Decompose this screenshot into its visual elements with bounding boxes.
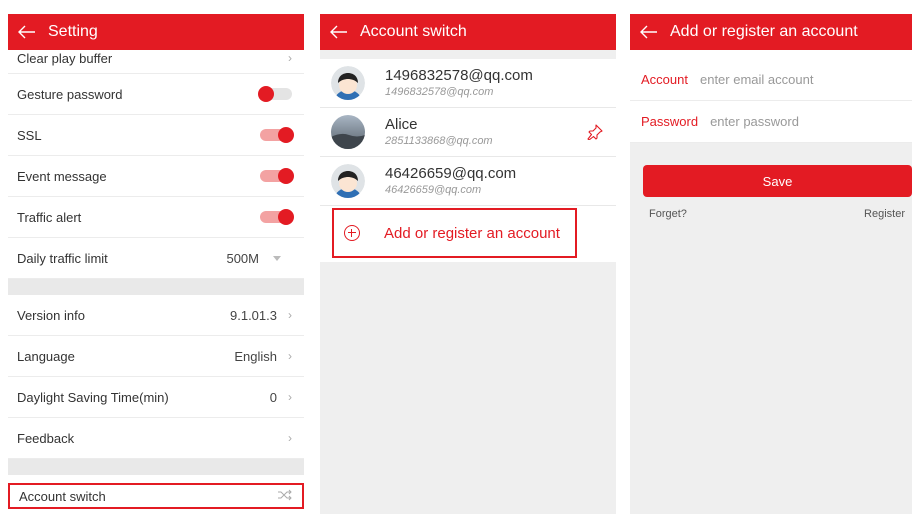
version-info-value: 9.1.01.3 xyxy=(230,307,277,323)
section-divider xyxy=(8,459,304,475)
page-title: Account switch xyxy=(360,23,467,40)
chevron-right-icon: › xyxy=(288,390,292,404)
account-email: 1496832578@qq.com xyxy=(385,86,494,98)
account-name: 1496832578@qq.com xyxy=(385,67,533,84)
back-arrow-icon[interactable] xyxy=(639,22,659,42)
cartoon-face-avatar-icon xyxy=(331,66,365,100)
traffic-alert-row: Traffic alert xyxy=(8,197,304,238)
daylight-saving-row[interactable]: Daylight Saving Time(min) 0 › xyxy=(8,377,304,418)
account-email: 2851133868@qq.com xyxy=(385,135,493,147)
register-link[interactable]: Register xyxy=(864,208,905,220)
account-switch-screen: Account switch 1496832578@qq.com 1496832… xyxy=(320,14,616,514)
language-label: Language xyxy=(17,348,75,364)
settings-header: Setting xyxy=(8,14,304,50)
event-message-toggle[interactable] xyxy=(258,168,294,184)
account-field-row: Account xyxy=(630,59,912,101)
password-input[interactable] xyxy=(710,114,881,129)
account-input[interactable] xyxy=(699,72,870,87)
account-item[interactable]: 46426659@qq.com 46426659@qq.com xyxy=(320,157,616,206)
section-divider xyxy=(8,279,304,295)
account-switch-row[interactable]: Account switch xyxy=(8,483,304,509)
back-arrow-icon[interactable] xyxy=(329,22,349,42)
account-email: 46426659@qq.com xyxy=(385,184,482,196)
account-item[interactable]: Alice 2851133868@qq.com xyxy=(320,108,616,157)
landscape-photo-avatar-icon xyxy=(331,115,365,149)
daily-traffic-limit-label: Daily traffic limit xyxy=(17,250,108,266)
version-info-label: Version info xyxy=(17,307,85,323)
ssl-label: SSL xyxy=(17,127,42,143)
feedback-row[interactable]: Feedback › xyxy=(8,418,304,459)
ssl-toggle[interactable] xyxy=(258,127,294,143)
traffic-alert-label: Traffic alert xyxy=(17,209,82,225)
chevron-right-icon: › xyxy=(288,51,292,65)
page-title: Add or register an account xyxy=(670,23,858,40)
gesture-password-row: Gesture password xyxy=(8,74,304,115)
feedback-label: Feedback xyxy=(17,430,75,446)
account-name: Alice xyxy=(385,116,418,133)
gesture-password-toggle[interactable] xyxy=(258,86,294,102)
clear-play-buffer-row[interactable]: Clear play buffer › xyxy=(8,50,304,74)
account-item[interactable]: 1496832578@qq.com 1496832578@qq.com xyxy=(320,59,616,108)
shuffle-icon xyxy=(277,489,293,504)
chevron-right-icon: › xyxy=(288,431,292,445)
account-switch-label: Account switch xyxy=(19,488,106,504)
add-account-label: Add or register an account xyxy=(384,224,560,242)
ssl-row: SSL xyxy=(8,115,304,156)
dropdown-caret-icon xyxy=(273,255,281,261)
account-switch-header: Account switch xyxy=(320,14,616,50)
page-title: Setting xyxy=(48,23,98,40)
daily-traffic-limit-value: 500M xyxy=(226,250,259,266)
settings-screen: Setting Clear play buffer › Gesture pass… xyxy=(8,14,304,514)
password-field-row: Password xyxy=(630,101,912,143)
gesture-password-label: Gesture password xyxy=(17,86,123,102)
daylight-saving-label: Daylight Saving Time(min) xyxy=(17,389,169,405)
account-label: Account xyxy=(641,72,688,87)
register-screen: Add or register an account Account Passw… xyxy=(630,14,912,514)
add-account-section: Add or register an account xyxy=(320,206,616,262)
chevron-right-icon: › xyxy=(288,349,292,363)
pin-icon[interactable] xyxy=(587,124,603,145)
traffic-alert-toggle[interactable] xyxy=(258,209,294,225)
cartoon-face-avatar-icon xyxy=(331,164,365,198)
add-account-button[interactable]: Add or register an account xyxy=(332,208,577,258)
account-name: 46426659@qq.com xyxy=(385,165,517,182)
register-header: Add or register an account xyxy=(630,14,912,50)
forget-link[interactable]: Forget? xyxy=(649,208,687,220)
language-row[interactable]: Language English › xyxy=(8,336,304,377)
event-message-label: Event message xyxy=(17,168,107,184)
save-button[interactable]: Save xyxy=(643,165,912,197)
daily-traffic-limit-row[interactable]: Daily traffic limit 500M xyxy=(8,238,304,279)
add-circle-icon xyxy=(344,225,360,241)
clear-play-buffer-label: Clear play buffer xyxy=(17,51,113,66)
daylight-saving-value: 0 xyxy=(269,389,277,405)
chevron-right-icon: › xyxy=(288,308,292,322)
version-info-row[interactable]: Version info 9.1.01.3 › xyxy=(8,295,304,336)
event-message-row: Event message xyxy=(8,156,304,197)
back-arrow-icon[interactable] xyxy=(17,22,37,42)
password-label: Password xyxy=(641,114,699,129)
language-value: English xyxy=(234,348,277,364)
